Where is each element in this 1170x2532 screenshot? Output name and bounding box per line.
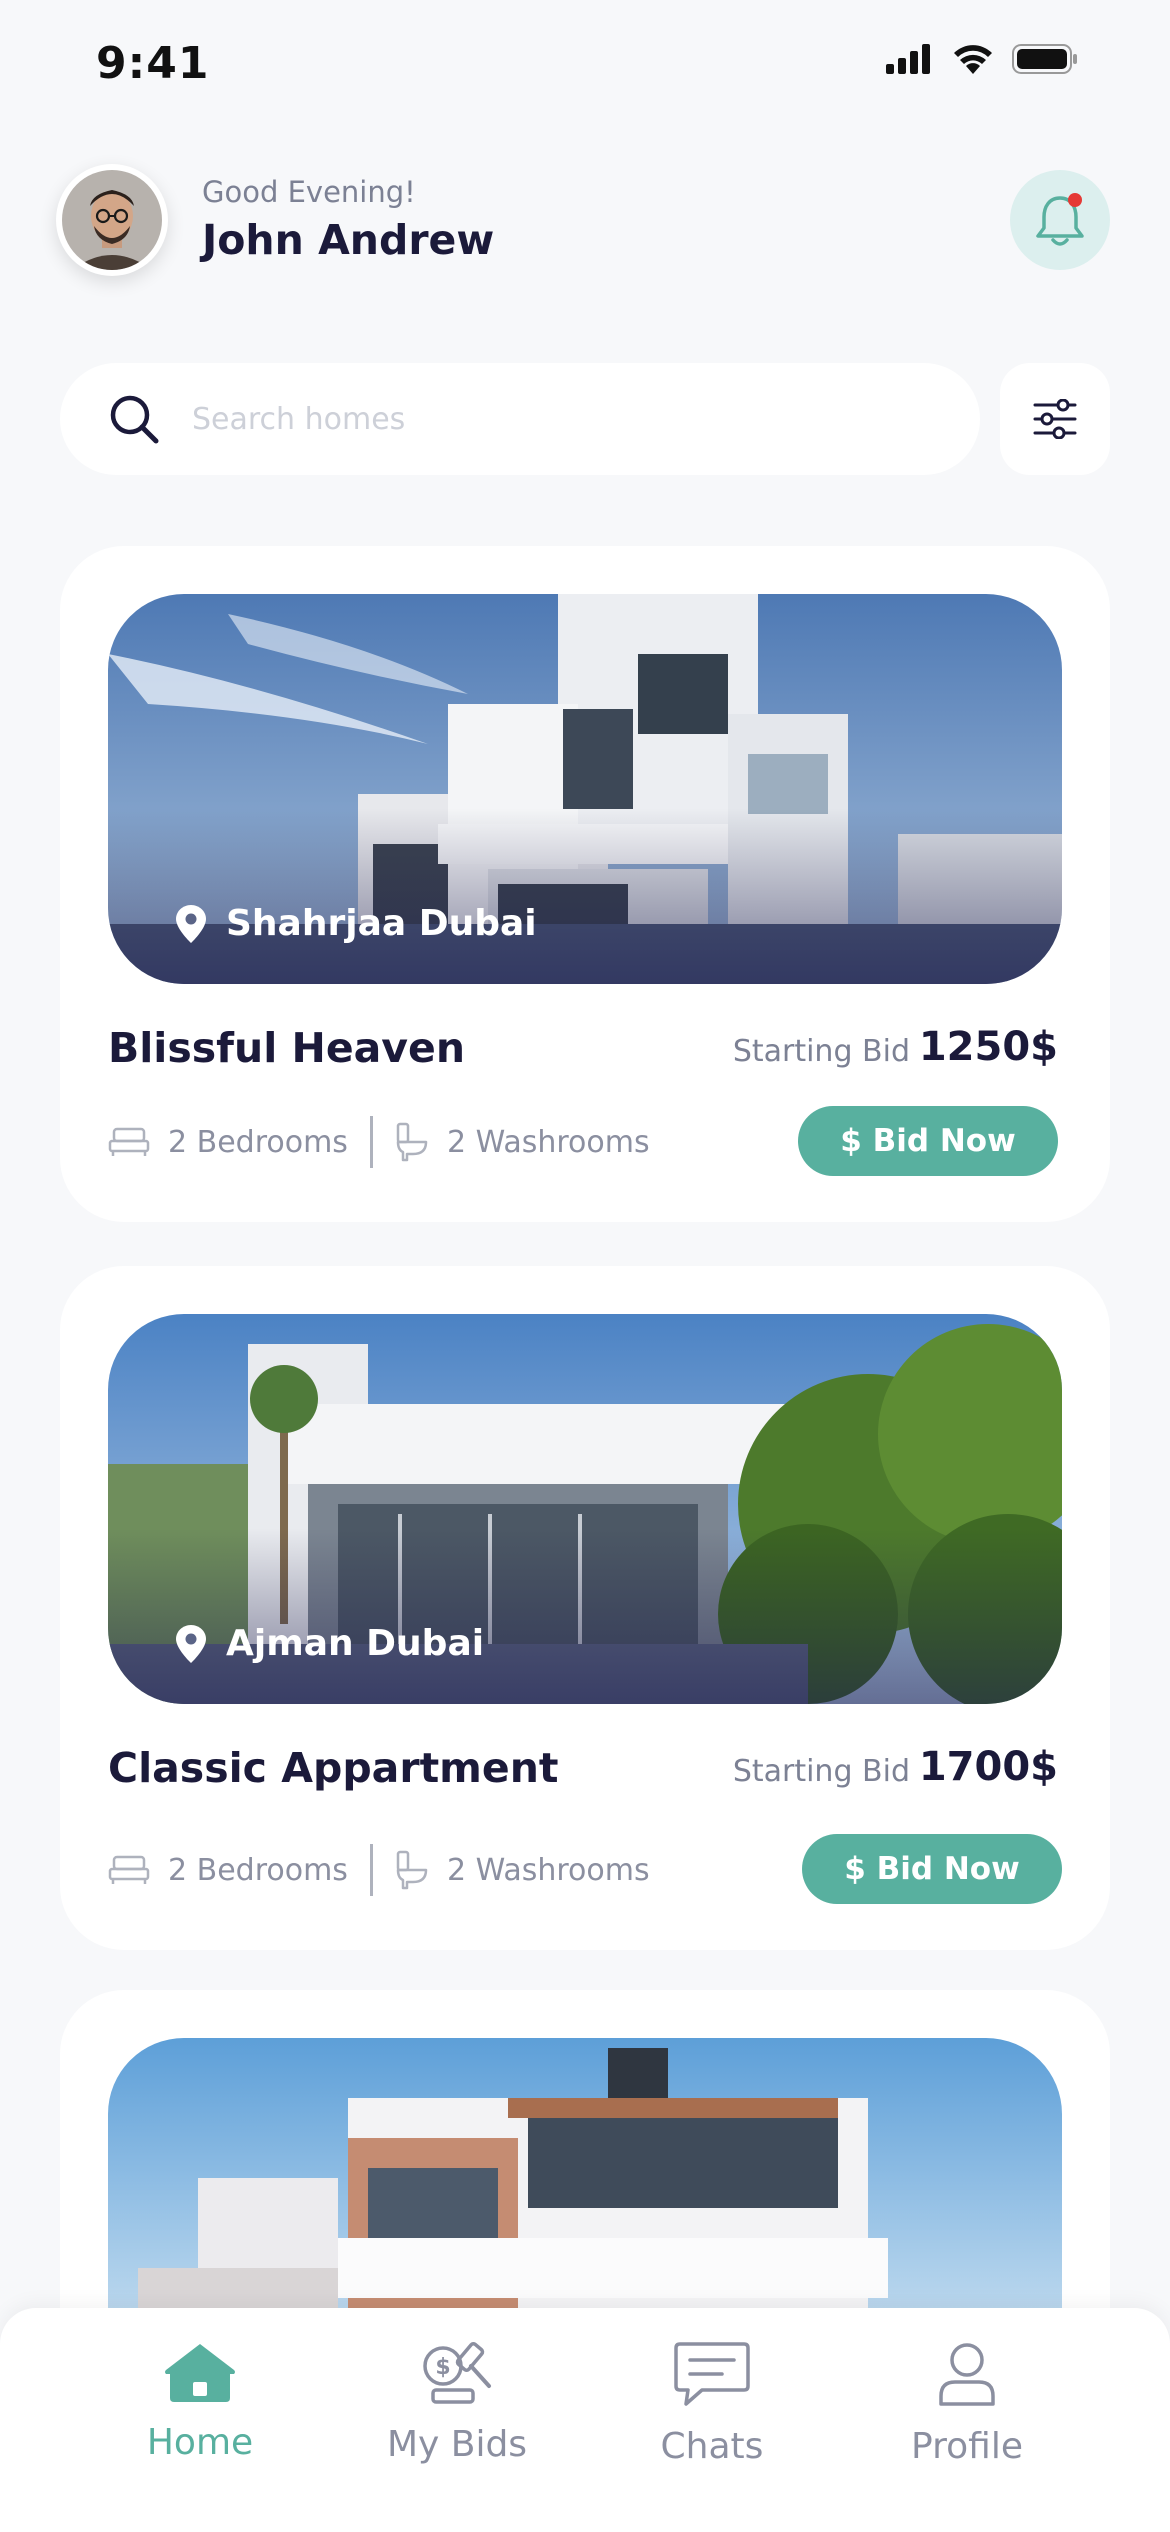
greeting-text: Good Evening! [202,175,416,209]
notification-dot [1068,193,1082,207]
feature-divider [369,1844,373,1896]
location-text: Ajman Dubai [226,1623,485,1664]
house-image [108,2038,1062,2338]
bedrooms-feature: 2 Bedrooms [108,1125,348,1160]
bed-icon [108,1127,150,1156]
bell-icon [1036,193,1084,246]
filter-button[interactable] [1000,363,1110,475]
property-photo[interactable] [108,2038,1062,2338]
user-photo [62,170,162,270]
signal-icon [886,44,930,74]
battery-icon [1012,44,1077,74]
listing-card[interactable]: Ajman Dubai Classic Appartment Starting … [60,1266,1110,1950]
search-icon [110,395,159,444]
location-pin-icon [176,1624,206,1663]
wifi-icon [954,45,992,74]
status-time: 9:41 [96,38,210,89]
washrooms-text: 2 Washrooms [446,1852,650,1888]
toilet-icon [396,1122,428,1162]
bed-icon [108,1855,150,1884]
listing-features: 2 Bedrooms 2 Washrooms [108,1116,650,1168]
chat-icon [674,2342,750,2406]
toilet-icon [396,1850,428,1890]
bottom-navigation: Home $ My Bids Chats Profile [0,2308,1170,2532]
bid-now-button[interactable]: $ Bid Now [802,1834,1062,1904]
svg-text:$: $ [435,2355,450,2380]
nav-label: Chats [660,2426,764,2467]
location-tag: Ajman Dubai [176,1623,484,1664]
nav-label: Home [146,2422,254,2463]
starting-bid-value: 1700$ [918,1744,1058,1790]
starting-bid-value: 1250$ [918,1024,1058,1070]
status-icons [886,44,1078,74]
search-input[interactable] [190,400,894,438]
starting-bid-label: Starting Bid [732,1034,910,1069]
filter-sliders-icon [1033,399,1077,439]
location-pin-icon [176,904,206,943]
listing-card[interactable]: Shahrjaa Dubai Blissful Heaven Starting … [60,546,1110,1222]
location-tag: Shahrjaa Dubai [176,903,537,944]
search-bar[interactable] [60,363,980,475]
starting-bid-label: Starting Bid [732,1754,910,1789]
nav-label: Profile [911,2426,1023,2467]
home-icon [165,2344,235,2402]
listing-features: 2 Bedrooms 2 Washrooms [108,1844,650,1896]
profile-icon [939,2343,995,2406]
washrooms-feature: 2 Washrooms [395,1122,650,1162]
nav-home[interactable]: Home [90,2340,310,2463]
auction-icon: $ [423,2342,491,2404]
listing-title: Classic Appartment [108,1744,559,1792]
bedrooms-feature: 2 Bedrooms [108,1853,348,1888]
location-text: Shahrjaa Dubai [226,903,537,944]
user-name: John Andrew [202,216,495,264]
listing-title: Blissful Heaven [108,1024,466,1072]
nav-label: My Bids [386,2424,528,2465]
nav-my-bids[interactable]: $ My Bids [347,2340,567,2465]
property-photo[interactable]: Shahrjaa Dubai [108,594,1062,984]
nav-chats[interactable]: Chats [602,2340,822,2467]
notifications-button[interactable] [1010,170,1110,270]
washrooms-text: 2 Washrooms [446,1124,650,1160]
bedrooms-text: 2 Bedrooms [168,1852,348,1888]
avatar[interactable] [56,164,168,276]
bid-now-button[interactable]: $ Bid Now [798,1106,1058,1176]
washrooms-feature: 2 Washrooms [395,1850,650,1890]
feature-divider [369,1116,373,1168]
nav-profile[interactable]: Profile [857,2340,1077,2467]
property-photo[interactable]: Ajman Dubai [108,1314,1062,1704]
bedrooms-text: 2 Bedrooms [168,1124,348,1160]
